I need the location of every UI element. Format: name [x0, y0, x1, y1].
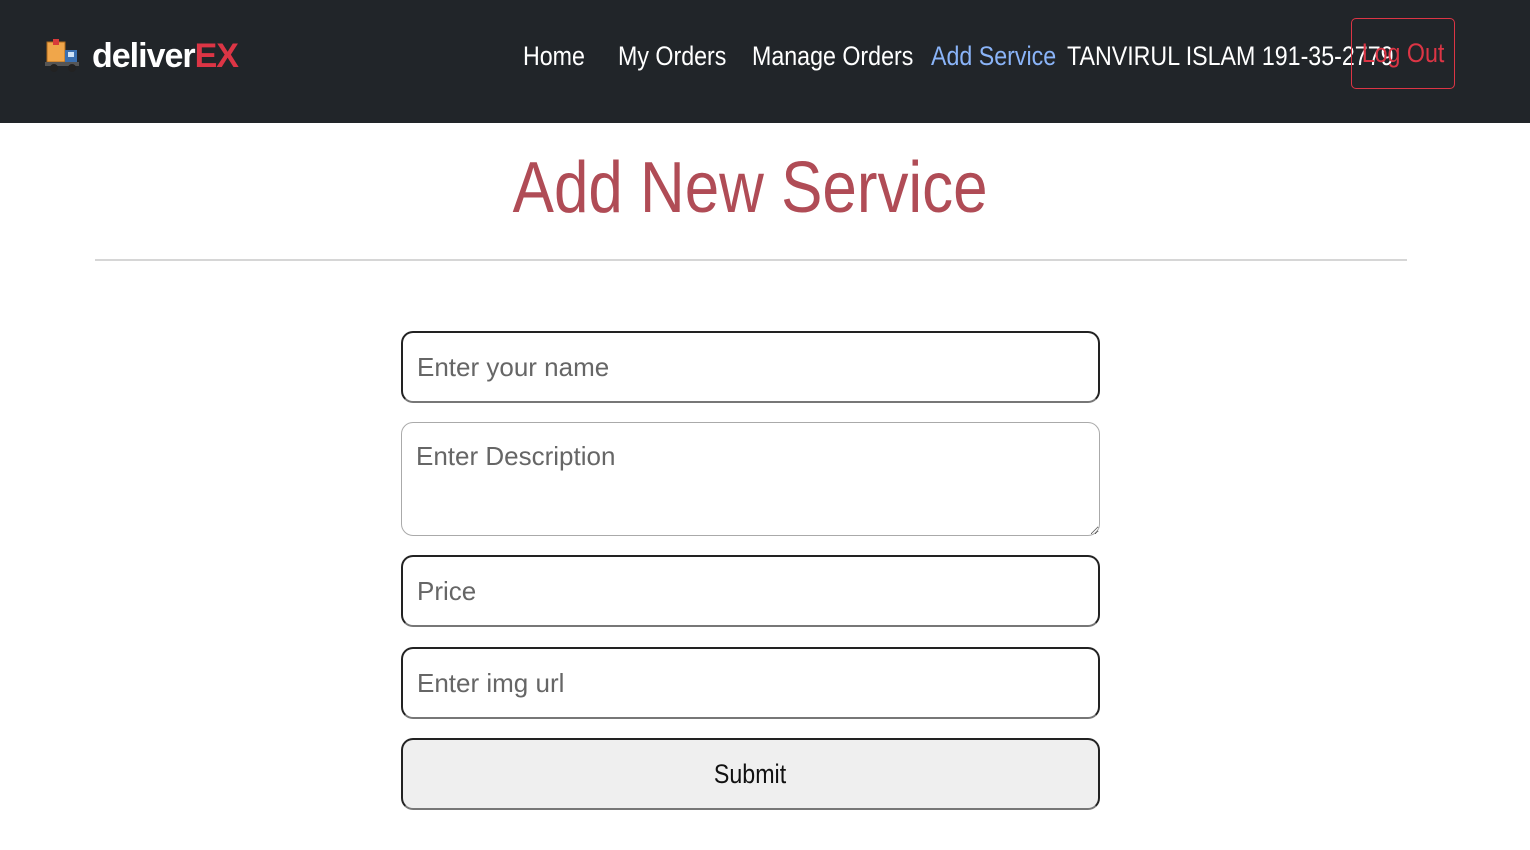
nav-link-my-orders[interactable]: My Orders	[618, 36, 726, 76]
brand-name: deliverEX	[92, 36, 239, 76]
submit-button[interactable]: Submit	[401, 738, 1100, 810]
page-title-text: Add New Service	[512, 148, 988, 228]
top-navbar: deliverEX Home My Orders Manage Orders A…	[0, 0, 1530, 123]
nav-link-add-service[interactable]: Add Service	[931, 36, 1056, 76]
service-description-textarea[interactable]	[401, 422, 1100, 536]
page-title: Add New Service	[0, 148, 1500, 228]
delivery-truck-icon	[45, 39, 79, 72]
brand-name-accent: EX	[194, 36, 239, 75]
nav-link-home[interactable]: Home	[523, 36, 585, 76]
brand-name-main: deliver	[92, 36, 196, 75]
logged-in-user: TANVIRUL ISLAM 191-35-2779	[1067, 41, 1394, 71]
service-price-input[interactable]	[401, 555, 1100, 627]
logout-label: Log Out	[1361, 38, 1445, 68]
service-img-url-input[interactable]	[401, 647, 1100, 719]
nav-link-manage-orders[interactable]: Manage Orders	[752, 36, 913, 76]
title-divider	[95, 259, 1407, 261]
service-name-input[interactable]	[401, 331, 1100, 403]
logout-button[interactable]: Log Out	[1351, 18, 1455, 89]
submit-label: Submit	[714, 758, 787, 789]
brand-logo-link[interactable]: deliverEX	[44, 34, 239, 78]
